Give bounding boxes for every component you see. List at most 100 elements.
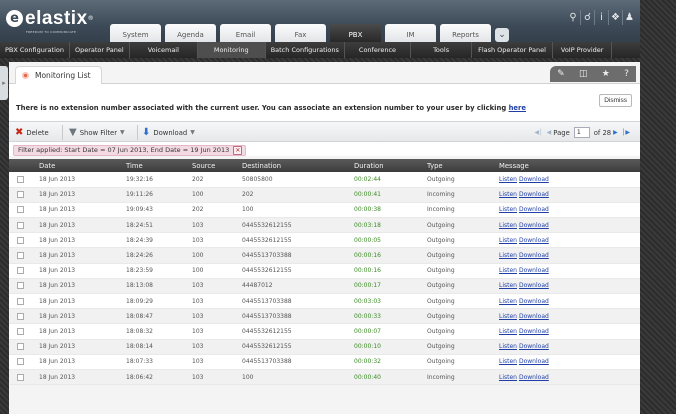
- associate-extension-link[interactable]: here: [509, 104, 526, 112]
- table-row[interactable]: 18 Jun 2013 18:08:32 103 0445532612155 00:00…: [9, 323, 640, 340]
- star-icon[interactable]: ★: [602, 66, 610, 82]
- listen-link[interactable]: Listen: [499, 237, 517, 244]
- row-checkbox[interactable]: [17, 358, 24, 366]
- download-button[interactable]: ⬇ Download ▼: [142, 126, 195, 139]
- subnav-batch-configurations[interactable]: Batch Configurations: [266, 42, 345, 58]
- table-row[interactable]: 18 Jun 2013 19:09:43 202 100 00:00:38 Incomin…: [9, 202, 640, 219]
- table-row[interactable]: 18 Jun 2013 18:23:59 100 0445532612155 00:00…: [9, 263, 640, 279]
- row-checkbox[interactable]: [17, 252, 24, 260]
- tab-agenda[interactable]: Agenda: [165, 24, 216, 42]
- download-link[interactable]: Download: [519, 313, 549, 320]
- listen-link[interactable]: Listen: [499, 374, 517, 381]
- download-link[interactable]: Download: [519, 374, 549, 381]
- table-row[interactable]: 18 Jun 2013 19:11:26 100 202 00:00:41 Incomin…: [9, 187, 640, 203]
- row-checkbox[interactable]: [17, 282, 24, 290]
- user-icon[interactable]: ♟: [622, 10, 636, 25]
- download-link[interactable]: Download: [519, 358, 549, 365]
- listen-link[interactable]: Listen: [499, 267, 517, 274]
- table-row[interactable]: 18 Jun 2013 18:06:42 103 100 00:00:40 Incomin…: [9, 369, 640, 386]
- elastix-logo[interactable]: e elastix ® FREEDOM TO COMMUNICATE: [6, 9, 94, 34]
- show-filter-button[interactable]: ▼ Show Filter ▼: [69, 126, 125, 139]
- row-checkbox[interactable]: [17, 343, 24, 351]
- listen-link[interactable]: Listen: [499, 328, 517, 335]
- table-row[interactable]: 18 Jun 2013 18:08:47 103 0445513703388 00:00…: [9, 308, 640, 325]
- download-link[interactable]: Download: [519, 222, 549, 229]
- page-number-input[interactable]: 1: [573, 127, 590, 138]
- download-link[interactable]: Download: [519, 343, 549, 350]
- table-row[interactable]: 18 Jun 2013 18:13:08 103 44487012 00:00:17 Ou…: [9, 278, 640, 295]
- col-header-source[interactable]: Source: [192, 159, 242, 172]
- info-icon[interactable]: i: [594, 10, 608, 25]
- dismiss-button[interactable]: Dismiss: [599, 94, 632, 107]
- row-checkbox[interactable]: [17, 221, 24, 229]
- subnav-conference[interactable]: Conference: [345, 42, 412, 58]
- subnav-voip-provider[interactable]: VoIP Provider: [553, 42, 613, 58]
- tab-pbx[interactable]: PBX: [330, 24, 381, 42]
- listen-link[interactable]: Listen: [499, 222, 517, 229]
- row-checkbox[interactable]: [17, 236, 24, 244]
- chevron-down-icon[interactable]: ⌄: [495, 28, 509, 42]
- listen-link[interactable]: Listen: [499, 191, 517, 198]
- edit-icon[interactable]: ✎: [557, 66, 565, 82]
- previous-page-icon[interactable]: ◀: [547, 129, 552, 136]
- table-row[interactable]: 18 Jun 2013 18:24:51 103 0445532612155 00:03…: [9, 217, 640, 234]
- listen-link[interactable]: Listen: [499, 313, 517, 320]
- download-link[interactable]: Download: [519, 237, 549, 244]
- col-header-date[interactable]: Date: [39, 159, 126, 172]
- table-row[interactable]: 18 Jun 2013 18:24:39 103 0445532612155 00:00…: [9, 232, 640, 249]
- download-link[interactable]: Download: [519, 267, 549, 274]
- tab-fax[interactable]: Fax: [275, 24, 326, 42]
- columns-icon[interactable]: ◫: [579, 66, 588, 82]
- row-checkbox[interactable]: [17, 191, 24, 199]
- lock-icon[interactable]: ⚲: [566, 10, 580, 25]
- row-checkbox[interactable]: [17, 327, 24, 335]
- puzzle-icon[interactable]: ❖: [608, 10, 622, 25]
- help-icon[interactable]: ?: [624, 66, 629, 82]
- row-checkbox[interactable]: [17, 175, 24, 183]
- subnav-operator-panel[interactable]: Operator Panel: [70, 42, 130, 58]
- remove-filter-icon[interactable]: ✕: [233, 146, 243, 155]
- col-header-time[interactable]: Time: [126, 159, 192, 172]
- download-link[interactable]: Download: [519, 282, 549, 289]
- col-header-duration[interactable]: Duration: [354, 159, 427, 172]
- delete-button[interactable]: ✖ Delete: [15, 126, 49, 139]
- col-header-destination[interactable]: Destination: [242, 159, 354, 172]
- download-link[interactable]: Download: [519, 176, 549, 183]
- table-row[interactable]: 18 Jun 2013 18:09:29 103 0445513703388 00:03…: [9, 293, 640, 310]
- download-link[interactable]: Download: [519, 191, 549, 198]
- listen-link[interactable]: Listen: [499, 176, 517, 183]
- tab-reports[interactable]: Reports: [440, 24, 491, 42]
- row-checkbox[interactable]: [17, 267, 24, 275]
- download-link[interactable]: Download: [519, 252, 549, 259]
- table-row[interactable]: 18 Jun 2013 18:08:14 103 0445532612155 00:00…: [9, 339, 640, 355]
- download-link[interactable]: Download: [519, 298, 549, 305]
- tab-system[interactable]: System: [110, 24, 161, 42]
- subnav-pbx-configuration[interactable]: PBX Configuration: [0, 42, 70, 58]
- listen-link[interactable]: Listen: [499, 358, 517, 365]
- listen-link[interactable]: Listen: [499, 206, 517, 213]
- col-header-type[interactable]: Type: [427, 159, 499, 172]
- tab-email[interactable]: Email: [220, 24, 271, 42]
- sidebar-toggle[interactable]: ▸: [0, 66, 8, 100]
- listen-link[interactable]: Listen: [499, 343, 517, 350]
- subnav-tools[interactable]: Tools: [411, 42, 473, 58]
- next-page-icon[interactable]: ▶: [613, 129, 618, 136]
- listen-link[interactable]: Listen: [499, 282, 517, 289]
- download-link[interactable]: Download: [519, 206, 549, 213]
- table-row[interactable]: 18 Jun 2013 18:24:26 100 0445513703388 00:00…: [9, 247, 640, 264]
- subnav-flash-operator-panel[interactable]: Flash Operator Panel: [472, 42, 553, 58]
- table-row[interactable]: 18 Jun 2013 18:07:33 103 0445513703388 00:00…: [9, 354, 640, 370]
- row-checkbox[interactable]: [17, 297, 24, 305]
- row-checkbox[interactable]: [17, 373, 24, 381]
- first-page-icon[interactable]: ◀│: [534, 129, 542, 136]
- search-icon[interactable]: ☌: [580, 10, 594, 25]
- listen-link[interactable]: Listen: [499, 252, 517, 259]
- row-checkbox[interactable]: [17, 312, 24, 320]
- subnav-monitoring[interactable]: Monitoring: [197, 42, 266, 58]
- download-link[interactable]: Download: [519, 328, 549, 335]
- col-header-message[interactable]: Message: [499, 159, 640, 172]
- table-row[interactable]: 18 Jun 2013 19:32:16 202 50805800 00:02:44 Ou…: [9, 172, 640, 188]
- last-page-icon[interactable]: │▶: [622, 129, 630, 136]
- subnav-voicemail[interactable]: Voicemail: [130, 42, 198, 58]
- tab-im[interactable]: IM: [385, 24, 436, 42]
